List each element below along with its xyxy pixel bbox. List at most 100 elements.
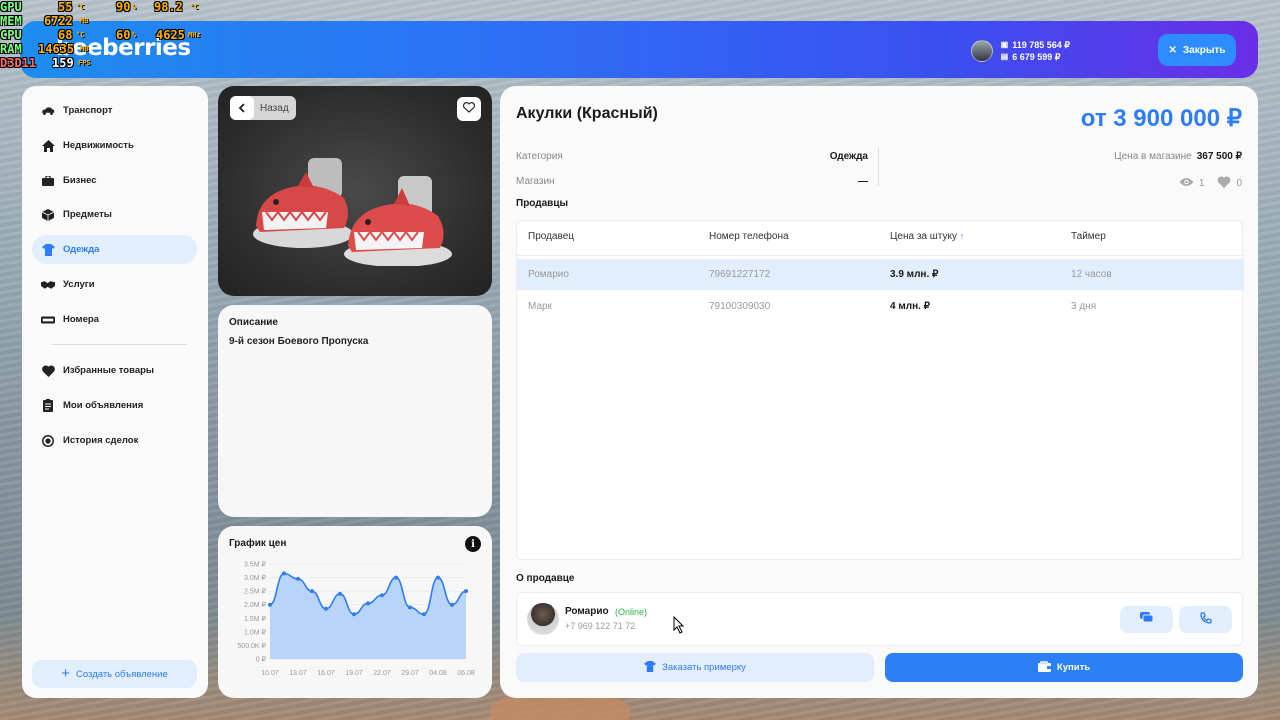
eye-icon xyxy=(1179,177,1194,190)
sidebar-item-label: Транспорт xyxy=(63,105,113,116)
hud-value: 60 xyxy=(116,28,131,42)
hud-label: MEM xyxy=(0,14,22,28)
seller-status: (Online) xyxy=(615,607,648,617)
seller-card: Ромарио (Online) +7 969 122 71 72 xyxy=(516,592,1243,646)
info-icon[interactable]: i xyxy=(465,536,481,552)
shop-price-key: Цена в магазине xyxy=(1114,151,1192,162)
sidebar-item-label: Недвижимость xyxy=(63,140,134,151)
heart-icon xyxy=(1217,176,1231,191)
info-divider xyxy=(878,148,879,186)
sidebar-item-label: История сделок xyxy=(63,435,139,446)
sidebar-item-history[interactable]: История сделок xyxy=(32,426,197,455)
hud-value: 98.2 xyxy=(154,0,183,14)
sidebar-item-plates[interactable]: Номера xyxy=(32,305,197,334)
description-text: 9-й сезон Боевого Пропуска xyxy=(229,336,369,347)
hud-unit: % xyxy=(132,31,137,39)
sidebar: Транспорт Недвижимость Бизнес Предметы О… xyxy=(22,86,208,698)
sidebar-item-clothing[interactable]: Одежда xyxy=(32,235,197,264)
cell-seller: Марк xyxy=(528,301,552,312)
y-tick-label: 2.5M ₽ xyxy=(244,588,267,596)
close-button[interactable]: ✕ Закрыть xyxy=(1158,34,1236,66)
category-row: Категория Одежда xyxy=(516,151,868,162)
sidebar-item-business[interactable]: Бизнес xyxy=(32,166,197,195)
column-header-price[interactable]: Цена за штуку ↑ xyxy=(890,231,964,242)
x-tick-label: 16.07 xyxy=(317,670,335,677)
history-icon xyxy=(41,434,55,448)
y-tick-label: 500.0K ₽ xyxy=(237,642,266,650)
favorite-button[interactable] xyxy=(457,97,481,121)
cell-phone: 79100309030 xyxy=(709,301,771,312)
hud-row-mem: MEM 6722 MB xyxy=(0,14,200,28)
try-on-button[interactable]: Заказать примерку xyxy=(516,653,874,682)
hud-unit: MB xyxy=(80,17,89,25)
cell-price: 3.9 млн. ₽ xyxy=(890,269,939,280)
sort-arrow-icon: ↑ xyxy=(959,231,965,241)
cell-phone: 79691227172 xyxy=(709,269,771,280)
bank-icon: ▤ xyxy=(1000,52,1009,61)
plus-icon: + xyxy=(61,665,71,682)
chat-icon xyxy=(1140,611,1154,629)
column-header-price-label: Цена за штуку xyxy=(890,231,957,242)
column-header-timer[interactable]: Таймер xyxy=(1071,231,1106,242)
x-tick-label: 04.08 xyxy=(429,670,447,677)
box-icon xyxy=(41,208,55,222)
cash-icon: ▣ xyxy=(1000,40,1009,49)
message-button[interactable] xyxy=(1120,606,1173,633)
x-tick-label: 06.08 xyxy=(457,670,475,677)
about-seller-label: О продавце xyxy=(516,573,575,584)
user-avatar[interactable] xyxy=(970,40,993,62)
data-point xyxy=(436,575,440,580)
column-header-seller[interactable]: Продавец xyxy=(528,231,574,242)
data-point xyxy=(380,593,384,598)
data-point xyxy=(394,575,398,580)
sidebar-item-favorites[interactable]: Избранные товары xyxy=(32,356,197,385)
performance-overlay: GPU 55 °C 90 % 98.2 °C MEM 6722 MB CPU 6… xyxy=(0,0,201,70)
sellers-label: Продавцы xyxy=(516,198,569,209)
try-on-label: Заказать примерку xyxy=(662,662,746,673)
tshirt-icon xyxy=(41,243,55,257)
product-image xyxy=(253,158,452,266)
sidebar-item-services[interactable]: Услуги xyxy=(32,270,197,299)
description-title: Описание xyxy=(229,317,278,328)
close-icon: ✕ xyxy=(1168,44,1177,56)
buy-button[interactable]: Купить xyxy=(885,653,1243,682)
price-chart-card: График цен i 0 ₽ 500.0K ₽ 1.0M ₽ 1.5M ₽ 2.0M… xyxy=(218,526,492,698)
sidebar-item-label: Предметы xyxy=(63,209,112,220)
call-button[interactable] xyxy=(1179,606,1232,633)
x-tick-label: 19.07 xyxy=(345,670,363,677)
sidebar-item-label: Мои объявления xyxy=(63,400,144,411)
hud-value: 90 xyxy=(116,0,131,14)
shop-value: — xyxy=(858,176,868,187)
column-header-phone[interactable]: Номер телефона xyxy=(709,231,789,242)
hud-unit: °C xyxy=(190,3,199,11)
create-ad-button[interactable]: + Создать объявление xyxy=(32,660,197,688)
y-tick-label: 2.0M ₽ xyxy=(244,601,267,609)
sidebar-item-my-ads[interactable]: Мои объявления xyxy=(32,391,197,420)
balance-bank: 6 679 599 ₽ xyxy=(1012,52,1061,62)
table-header-divider xyxy=(517,255,1244,256)
hud-row-gpu: GPU 55 °C 90 % 98.2 °C xyxy=(0,0,200,14)
handshake-icon xyxy=(41,278,55,292)
sidebar-item-realty[interactable]: Недвижимость xyxy=(32,131,197,160)
phone-icon xyxy=(1199,611,1212,629)
views-count: 1 xyxy=(1198,178,1205,189)
product-stats: 1 0 xyxy=(1179,176,1242,191)
cell-timer: 12 часов xyxy=(1071,269,1112,280)
back-button[interactable]: Назад xyxy=(230,96,296,120)
table-row[interactable]: Ромарио 79691227172 3.9 млн. ₽ 12 часов xyxy=(517,259,1244,290)
cell-timer: 3 дня xyxy=(1071,301,1097,312)
data-point xyxy=(366,601,370,606)
data-point xyxy=(352,612,356,617)
balances: ▣ 119 785 564 ₽ ▤ 6 679 599 ₽ xyxy=(1001,39,1070,63)
briefcase-icon xyxy=(41,174,55,188)
sidebar-item-items[interactable]: Предметы xyxy=(32,200,197,229)
seller-avatar xyxy=(527,603,559,635)
sellers-table: Продавец Номер телефона Цена за штуку ↑ … xyxy=(516,220,1244,560)
x-tick-label: 22.07 xyxy=(373,670,391,677)
sidebar-item-transport[interactable]: Транспорт xyxy=(32,96,197,125)
hud-row-cpu: CPU 68 °C 60 % 4625 MHz xyxy=(0,28,201,42)
y-tick-label: 3.5M ₽ xyxy=(244,561,267,569)
hud-value: 14635 xyxy=(38,42,75,56)
top-header: beeberries ▣ 119 785 564 ₽ ▤ 6 679 599 ₽ ✕… xyxy=(20,21,1258,78)
table-row[interactable]: Марк 79100309030 4 млн. ₽ 3 дня xyxy=(517,291,1244,322)
